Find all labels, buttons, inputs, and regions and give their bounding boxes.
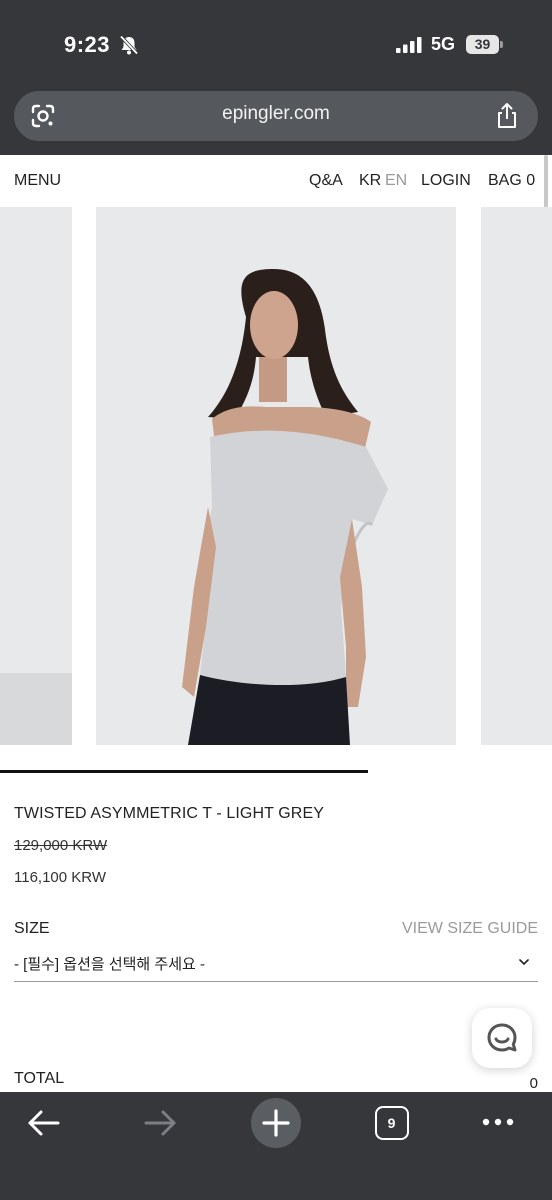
gallery-slide-previous[interactable] bbox=[0, 207, 72, 745]
gallery-slide-floor bbox=[0, 673, 72, 745]
chat-button[interactable] bbox=[472, 1008, 532, 1068]
size-select[interactable]: - [필수] 옵션을 선택해 주세요 - bbox=[14, 946, 538, 982]
more-icon[interactable] bbox=[480, 1112, 516, 1132]
price-original: 129,000 KRW bbox=[14, 837, 108, 854]
total-label: TOTAL bbox=[14, 1070, 65, 1087]
bell-slash-icon bbox=[119, 35, 139, 55]
gallery-slide-current[interactable] bbox=[96, 207, 456, 745]
login-link[interactable]: LOGIN bbox=[421, 172, 471, 190]
signal-icon bbox=[396, 37, 422, 53]
new-tab-button[interactable] bbox=[251, 1098, 301, 1148]
url-text[interactable]: epingler.com bbox=[14, 103, 538, 125]
tab-count[interactable]: 9 bbox=[377, 1115, 406, 1131]
product-title: TWISTED ASYMMETRIC T - LIGHT GREY bbox=[14, 805, 325, 822]
lang-en-link[interactable]: EN bbox=[385, 172, 407, 190]
url-bar[interactable]: epingler.com bbox=[14, 91, 538, 141]
size-guide-link[interactable]: VIEW SIZE GUIDE bbox=[402, 920, 538, 938]
size-label: SIZE bbox=[14, 920, 50, 937]
arrow-left-icon[interactable] bbox=[26, 1108, 62, 1138]
chat-icon[interactable] bbox=[485, 1021, 519, 1055]
battery-level: 39 bbox=[474, 36, 491, 52]
site-header: MENU Q&A KR EN LOGIN BAG 0 bbox=[0, 155, 552, 207]
battery-indicator: 39 bbox=[466, 35, 503, 54]
battery-tip bbox=[500, 41, 503, 48]
gallery-progress bbox=[0, 770, 552, 773]
size-select-value[interactable]: - [필수] 옵션을 선택해 주세요 - bbox=[14, 953, 205, 974]
menu-link[interactable]: MENU bbox=[14, 172, 61, 190]
product-gallery[interactable] bbox=[0, 207, 552, 745]
product-photo bbox=[96, 207, 456, 745]
total-value: 0 bbox=[529, 1075, 538, 1092]
browser-top-chrome: 9:23 5G 39 epingler.com bbox=[0, 0, 552, 155]
qa-link[interactable]: Q&A bbox=[309, 172, 343, 190]
arrow-right-icon[interactable] bbox=[142, 1108, 178, 1138]
browser-toolbar: 9 bbox=[0, 1092, 552, 1200]
network-label: 5G bbox=[431, 34, 456, 54]
chevron-down-icon[interactable] bbox=[518, 957, 530, 967]
share-icon[interactable] bbox=[494, 102, 520, 130]
status-time: 9:23 bbox=[64, 32, 111, 57]
gallery-progress-fill bbox=[0, 770, 369, 773]
tab-switcher-button[interactable]: 9 bbox=[375, 1106, 409, 1140]
price-sale: 116,100 KRW bbox=[14, 869, 106, 886]
plus-icon[interactable] bbox=[251, 1098, 301, 1148]
lang-kr-link[interactable]: KR bbox=[359, 172, 381, 190]
bag-link[interactable]: BAG 0 bbox=[488, 172, 535, 190]
gallery-slide-next[interactable] bbox=[481, 207, 552, 745]
